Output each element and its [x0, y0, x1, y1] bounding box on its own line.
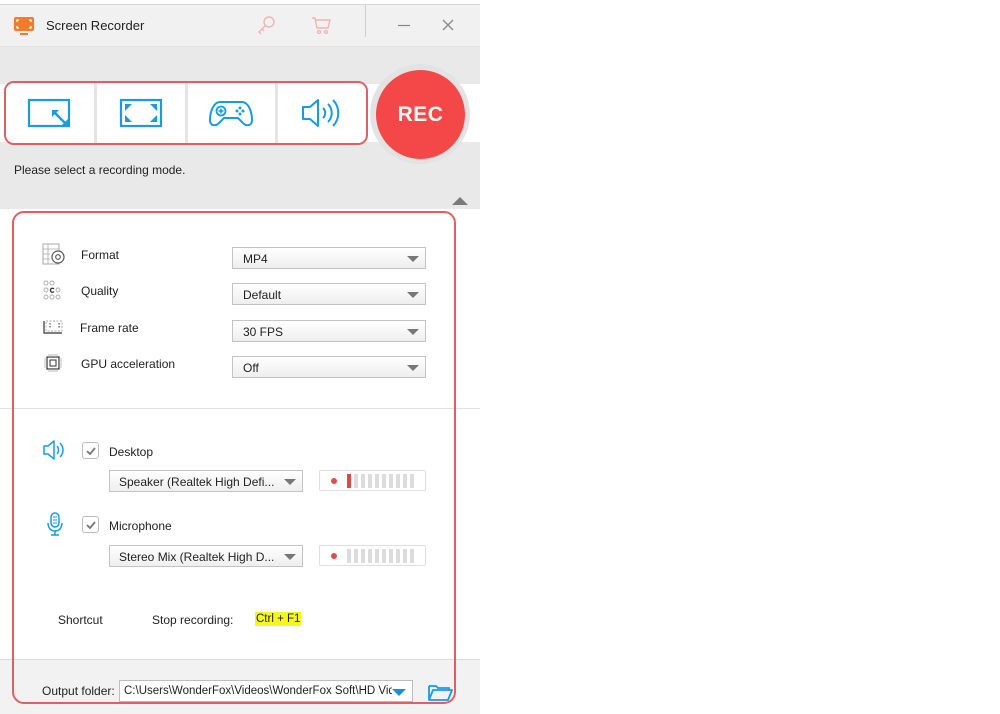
- format-label: Format: [81, 248, 120, 262]
- microphone-icon: [47, 512, 63, 536]
- microphone-checkbox[interactable]: [82, 516, 99, 533]
- format-row: Format MP4: [0, 242, 480, 269]
- frame-rate-select[interactable]: 30 FPS: [232, 320, 426, 342]
- section-divider: [0, 408, 480, 409]
- quality-row: Quality Default: [0, 278, 480, 305]
- fullscreen-icon: [119, 98, 162, 128]
- recording-mode-group: [4, 81, 368, 145]
- checkmark-icon: [85, 446, 96, 455]
- resize-region-icon: [27, 98, 70, 128]
- desktop-level-meter: [319, 470, 426, 491]
- gpu-row: GPU acceleration Off: [0, 351, 480, 378]
- quality-label: Quality: [81, 284, 119, 298]
- output-folder-select[interactable]: C:\Users\WonderFox\Videos\WonderFox Soft…: [119, 680, 413, 702]
- desktop-audio-label: Desktop: [109, 445, 154, 459]
- record-dot-icon: [331, 478, 337, 484]
- checkmark-icon: [85, 520, 96, 529]
- level-segment: [361, 549, 365, 563]
- mode-audio-only-button[interactable]: [278, 83, 366, 143]
- stop-recording-label: Stop recording:: [152, 613, 234, 627]
- chevron-down-icon: [284, 479, 296, 485]
- rec-button[interactable]: REC: [376, 70, 465, 159]
- gpu-select[interactable]: Off: [232, 356, 426, 378]
- frame-rate-row: Frame rate 30 FPS: [0, 315, 480, 342]
- level-segment: [396, 549, 400, 563]
- app-title: Screen Recorder: [46, 18, 145, 33]
- recording-mode-panel: REC Please select a recording mode.: [0, 47, 480, 209]
- collapse-arrow-icon[interactable]: [452, 197, 468, 205]
- open-folder-icon[interactable]: [427, 682, 453, 702]
- key-icon[interactable]: [255, 13, 279, 37]
- chevron-down-icon: [392, 689, 406, 696]
- microphone-level-meter: [319, 545, 426, 566]
- level-segment: [354, 549, 358, 563]
- close-icon[interactable]: [434, 11, 462, 39]
- chevron-down-icon: [407, 365, 419, 371]
- record-dot-icon: [331, 553, 337, 559]
- app-logo-icon: [14, 17, 34, 35]
- level-segment: [368, 474, 372, 488]
- desktop-audio-checkbox[interactable]: [82, 442, 99, 459]
- level-segment: [403, 549, 407, 563]
- level-segment: [361, 474, 365, 488]
- level-segment: [396, 474, 400, 488]
- mode-game-button[interactable]: [187, 83, 276, 143]
- format-select[interactable]: MP4: [232, 247, 426, 269]
- level-segment: [389, 474, 393, 488]
- level-segment: [347, 549, 351, 563]
- microphone-device-select[interactable]: Stereo Mix (Realtek High D...: [109, 545, 303, 567]
- cart-icon[interactable]: [309, 13, 333, 37]
- gpu-label: GPU acceleration: [81, 357, 176, 371]
- level-segment: [368, 549, 372, 563]
- mode-custom-region-button[interactable]: [6, 83, 94, 143]
- minimize-icon[interactable]: [390, 11, 418, 39]
- frame-rate-icon: [43, 320, 63, 334]
- level-segment: [410, 474, 414, 488]
- output-folder-label: Output folder:: [42, 684, 115, 698]
- mode-hint-text: Please select a recording mode.: [14, 163, 186, 177]
- level-segment: [347, 474, 351, 488]
- level-segment: [389, 549, 393, 563]
- quality-dots-icon: [43, 280, 61, 300]
- titlebar-divider: [365, 5, 366, 37]
- chevron-down-icon: [407, 329, 419, 335]
- format-gear-icon: [42, 243, 65, 265]
- quality-select[interactable]: Default: [232, 283, 426, 305]
- chevron-down-icon: [407, 256, 419, 262]
- screen-recorder-window: Screen Recorder REC Please select a reco…: [0, 4, 480, 714]
- level-segment: [375, 549, 379, 563]
- level-segment: [354, 474, 358, 488]
- stop-recording-hotkey[interactable]: Ctrl + F1: [255, 612, 302, 626]
- title-bar: Screen Recorder: [0, 5, 480, 47]
- speaker-icon: [302, 99, 340, 127]
- chevron-down-icon: [407, 292, 419, 298]
- level-segment: [382, 549, 386, 563]
- desktop-speaker-icon: [43, 440, 64, 460]
- frame-rate-label: Frame rate: [80, 321, 139, 335]
- level-segment: [375, 474, 379, 488]
- level-segment: [382, 474, 386, 488]
- desktop-device-select[interactable]: Speaker (Realtek High Defi...: [109, 470, 303, 492]
- mode-fullscreen-button[interactable]: [96, 83, 185, 143]
- microphone-label: Microphone: [109, 519, 172, 533]
- chevron-down-icon: [284, 554, 296, 560]
- level-segment: [403, 474, 407, 488]
- level-segment: [410, 549, 414, 563]
- chip-icon: [44, 354, 62, 372]
- gamepad-icon: [209, 101, 254, 127]
- shortcut-label: Shortcut: [58, 613, 103, 627]
